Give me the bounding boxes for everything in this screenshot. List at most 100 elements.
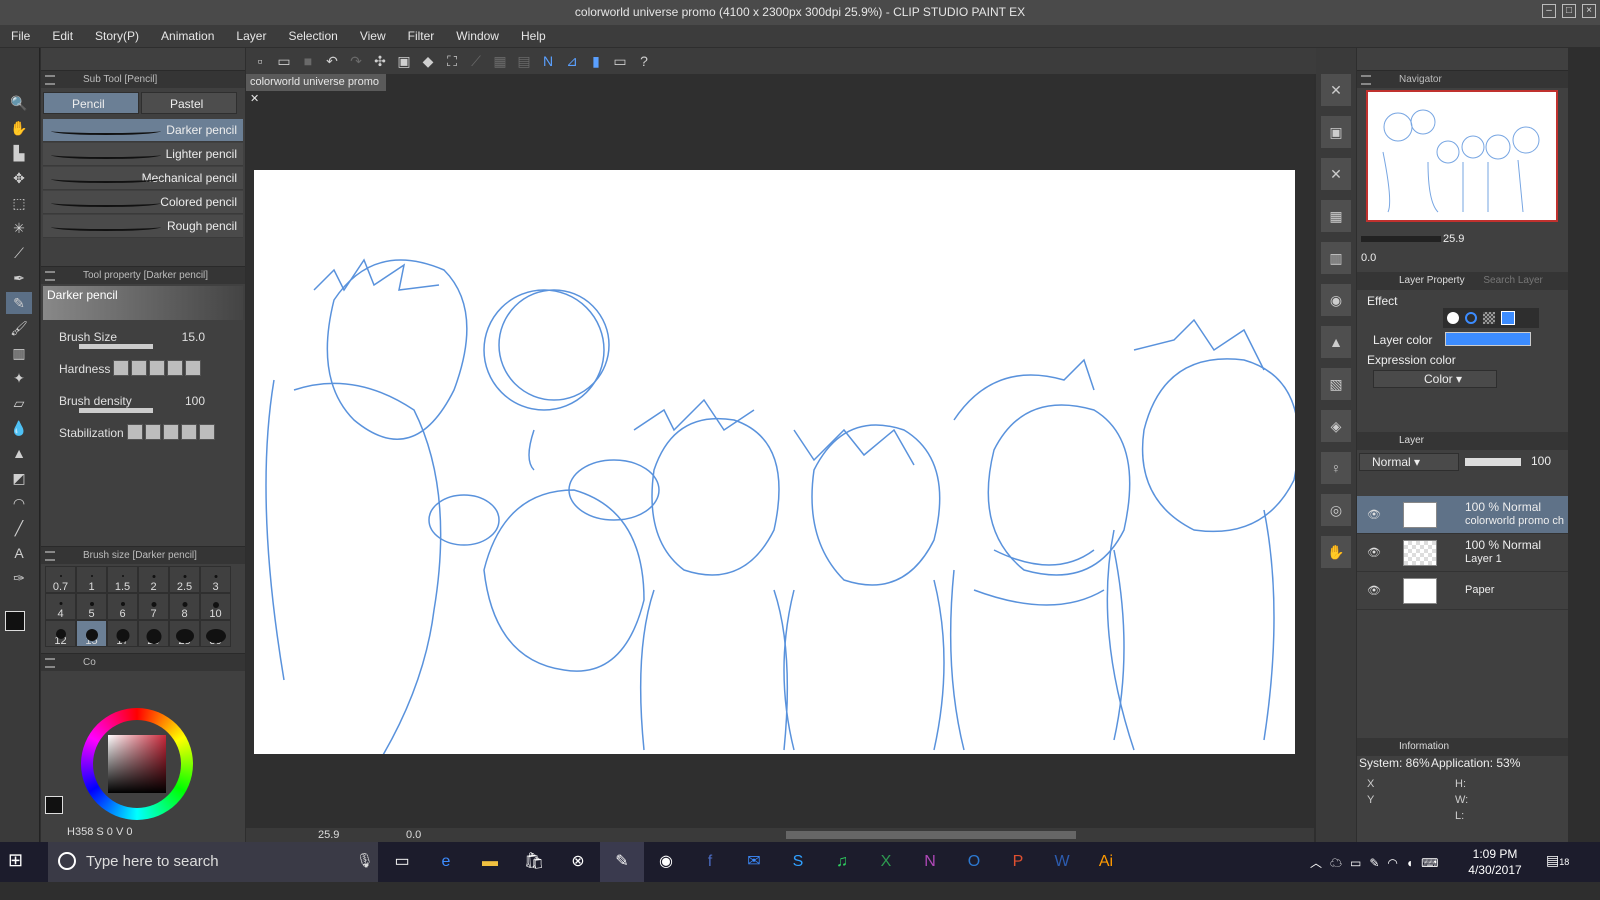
size-option[interactable]: 2 — [138, 566, 169, 593]
eyedropper-icon[interactable]: ⟋ — [6, 242, 32, 264]
size-option[interactable]: 20 — [138, 620, 169, 647]
material-manga-icon[interactable]: ▧ — [1321, 368, 1351, 400]
opacity-slider[interactable] — [1465, 458, 1521, 466]
size-option[interactable]: 17 — [107, 620, 138, 647]
snap-grid-icon[interactable]: ▮ — [586, 51, 606, 71]
close-button[interactable]: × — [1582, 4, 1596, 18]
horizontal-scrollbar[interactable] — [786, 831, 1076, 839]
size-option[interactable]: 0.7 — [45, 566, 76, 593]
size-option[interactable]: 12 — [45, 620, 76, 647]
menu-filter[interactable]: Filter — [397, 25, 446, 47]
spotify-icon[interactable]: ♫ — [820, 842, 864, 882]
illustrator-icon[interactable]: Ai — [1084, 842, 1128, 882]
messenger-icon[interactable]: ✉ — [732, 842, 776, 882]
size-option-selected[interactable]: 15 — [76, 620, 107, 647]
size-option[interactable]: 1 — [76, 566, 107, 593]
navigator-preview[interactable] — [1366, 90, 1558, 222]
size-option[interactable]: 10 — [200, 593, 231, 620]
material-tone-icon[interactable]: ▦ — [1321, 200, 1351, 232]
material-cube-icon[interactable]: ◈ — [1321, 410, 1351, 442]
material-hand-icon[interactable]: ✋ — [1321, 536, 1351, 568]
action-center-icon[interactable]: ▤18 — [1546, 852, 1569, 869]
brush-size-row[interactable]: Brush Size 15.0 — [41, 322, 245, 354]
task-view-icon[interactable]: ▭ — [380, 842, 424, 882]
snap-special-ruler-icon[interactable]: ⊿ — [562, 51, 582, 71]
menu-view[interactable]: View — [349, 25, 397, 47]
menu-file[interactable]: File — [0, 25, 41, 47]
brush-item[interactable]: Mechanical pencil — [43, 167, 243, 190]
material-frame-icon[interactable]: ▥ — [1321, 242, 1351, 274]
auto-select-icon[interactable]: ✳ — [6, 217, 32, 239]
close-icon[interactable]: ✕ — [250, 93, 259, 105]
layer-row[interactable]: 👁 Paper — [1357, 572, 1568, 610]
size-option[interactable]: 4 — [45, 593, 76, 620]
help-icon[interactable]: ? — [634, 51, 654, 71]
crop-icon[interactable]: ▣ — [394, 51, 414, 71]
document-tab[interactable]: colorworld universe promo ✕ — [246, 74, 386, 105]
zoom-tool-icon[interactable]: 🔍 — [6, 92, 32, 114]
onenote-icon[interactable]: N — [908, 842, 952, 882]
layer-row[interactable]: 👁 100 % Normal Layer 1 — [1357, 534, 1568, 572]
material-image-icon[interactable]: ▣ — [1321, 116, 1351, 148]
tab-pencil[interactable]: Pencil — [43, 92, 139, 114]
brush-item[interactable]: Lighter pencil — [43, 143, 243, 166]
grid-icon[interactable]: ▤ — [514, 51, 534, 71]
save-icon[interactable]: ■ — [298, 51, 318, 71]
drawing-canvas[interactable] — [254, 170, 1295, 754]
hardness-levels[interactable] — [111, 360, 201, 379]
menu-story[interactable]: Story(P) — [84, 25, 150, 47]
size-option[interactable]: 2.5 — [169, 566, 200, 593]
outlook-icon[interactable]: O — [952, 842, 996, 882]
expression-color-select[interactable]: Color ▾ — [1373, 370, 1497, 388]
pencil-icon[interactable]: ✎ — [6, 292, 32, 314]
size-option[interactable]: 5 — [76, 593, 107, 620]
file-explorer-icon[interactable]: ▬ — [468, 842, 512, 882]
clip-studio-icon[interactable]: ✎ — [600, 842, 644, 882]
minimize-button[interactable]: – — [1542, 4, 1556, 18]
eye-icon[interactable]: 👁 — [1367, 584, 1381, 597]
system-tray[interactable]: ︿☁▭✎◠◖⌨ — [1310, 854, 1446, 871]
open-file-icon[interactable]: ▭ — [274, 51, 294, 71]
fill-icon[interactable]: ◆ — [418, 51, 438, 71]
chrome-icon[interactable]: ◉ — [644, 842, 688, 882]
transform-icon[interactable]: ⛶ — [442, 51, 462, 71]
size-option[interactable]: 8 — [169, 593, 200, 620]
material-pattern-icon[interactable]: ✕ — [1321, 158, 1351, 190]
saturation-square[interactable] — [108, 735, 166, 793]
brush-item[interactable]: Colored pencil — [43, 191, 243, 214]
blend-icon[interactable]: 💧 — [6, 417, 32, 439]
undo-icon[interactable]: ↶ — [322, 51, 342, 71]
taskbar-search[interactable]: Type here to search — [48, 842, 378, 882]
clear-selection-icon[interactable]: ✣ — [370, 51, 390, 71]
redo-icon[interactable]: ↷ — [346, 51, 366, 71]
selection-icon[interactable]: ⬚ — [6, 192, 32, 214]
fill-tool-icon[interactable]: ▲ — [6, 442, 32, 464]
main-color-swatch[interactable] — [5, 611, 25, 631]
skype-icon[interactable]: S — [776, 842, 820, 882]
brush-item[interactable]: Rough pencil — [43, 215, 243, 238]
snap-ruler-icon[interactable]: N — [538, 51, 558, 71]
size-option[interactable]: 1.5 — [107, 566, 138, 593]
density-row[interactable]: Brush density 100 — [41, 386, 245, 418]
brush-icon[interactable]: 🖌 — [6, 317, 32, 339]
microphone-icon[interactable]: 🎙 — [356, 852, 374, 869]
size-option[interactable]: 7 — [138, 593, 169, 620]
material-icon[interactable]: ✕ — [1321, 74, 1351, 106]
size-option[interactable]: 25 — [169, 620, 200, 647]
menu-animation[interactable]: Animation — [150, 25, 225, 47]
outline-effect-icon[interactable] — [1465, 312, 1477, 324]
material-3d-icon[interactable]: ◉ — [1321, 284, 1351, 316]
display-icon[interactable]: ▭ — [610, 51, 630, 71]
brush-item[interactable]: Darker pencil — [43, 119, 243, 142]
powerpoint-icon[interactable]: P — [996, 842, 1040, 882]
layer-color-swatch[interactable] — [1445, 332, 1531, 346]
menu-layer[interactable]: Layer — [225, 25, 277, 47]
operation-tool-icon[interactable]: ▙ — [6, 142, 32, 164]
airbrush-icon[interactable]: ▥ — [6, 342, 32, 364]
zoom-slider[interactable] — [1361, 236, 1441, 242]
material-light-icon[interactable]: ◎ — [1321, 494, 1351, 526]
layer-color-effect-icon[interactable] — [1501, 311, 1515, 325]
size-option[interactable]: 30 — [200, 620, 231, 647]
new-file-icon[interactable]: ▫ — [250, 51, 270, 71]
layer-row[interactable]: 👁 100 % Normal colorworld promo ch — [1357, 496, 1568, 534]
